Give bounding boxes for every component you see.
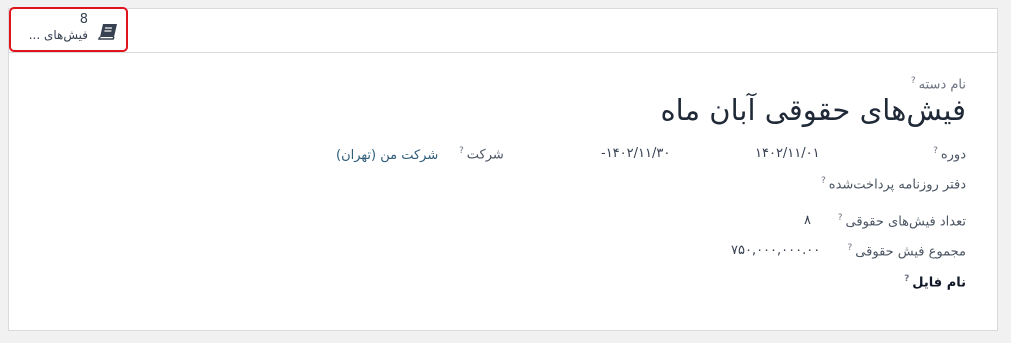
period-label: دوره? [933, 146, 966, 163]
batch-name-label: نام دسته? [910, 76, 966, 93]
help-icon[interactable]: ? [848, 243, 853, 253]
period-start-field[interactable]: ۱۴۰۲/۱۱/۰۱ [755, 146, 820, 161]
payslip-count-value: ۸ [804, 213, 811, 228]
payslip-total-label: مجموع فیش حقوقی? [847, 243, 966, 260]
payslip-count-label: تعداد فیش‌های حقوقی? [837, 213, 966, 230]
payslips-label: فیش‌های ... [28, 28, 88, 42]
button-box: 8 فیش‌های ... [9, 7, 997, 53]
help-icon[interactable]: ? [933, 146, 938, 156]
journal-label: دفتر روزنامه پرداخت‌شده? [820, 176, 966, 193]
book-icon [98, 24, 117, 40]
payslip-total-value: ۷۵۰,۰۰۰,۰۰۰.۰۰ [731, 243, 821, 258]
help-icon[interactable]: ? [821, 176, 826, 186]
help-icon[interactable]: ? [911, 76, 916, 86]
batch-name-field[interactable]: فیش‌های حقوقی آبان ماه [660, 93, 966, 127]
period-end-field[interactable]: ۱۴۰۲/۱۱/۳۰- [601, 146, 670, 161]
payslips-smart-button[interactable]: 8 فیش‌های ... [9, 7, 128, 52]
help-icon[interactable]: ? [459, 146, 464, 156]
company-label: شرکت? [459, 146, 504, 163]
help-icon[interactable]: ? [904, 274, 909, 284]
payslips-count: 8 [79, 12, 88, 27]
form-sheet: 8 فیش‌های ... نام دسته? فیش‌های حقوقی آب… [8, 7, 998, 331]
file-name-label: نام فایل? [904, 274, 966, 291]
company-link[interactable]: شرکت من (تهران) [336, 148, 438, 163]
help-icon[interactable]: ? [838, 213, 843, 223]
